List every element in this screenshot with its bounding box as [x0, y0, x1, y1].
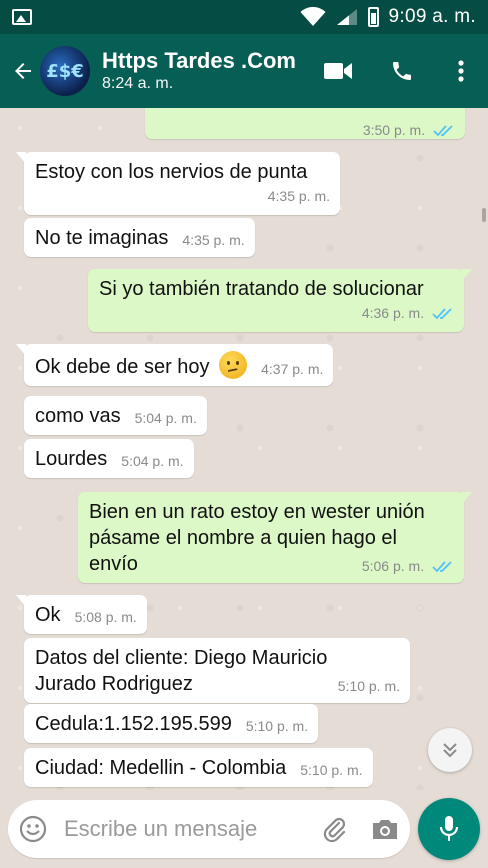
message-text: Ciudad: Medellin - Colombia: [35, 757, 287, 779]
message-text: Ok: [35, 604, 61, 626]
message-text: Lourdes: [35, 448, 108, 470]
message-time: 5:04 p. m.: [121, 453, 184, 469]
confused-face-emoji: [219, 351, 248, 379]
camera-button[interactable]: [360, 800, 410, 858]
chat-history[interactable]: 3:50 p. m. Estoy con los nervios de punt…: [0, 108, 488, 790]
avatar-symbols: £$€: [46, 60, 84, 82]
image-icon: [12, 9, 32, 25]
message-time: 4:36 p. m.: [361, 305, 425, 321]
message-incoming[interactable]: Ok debe de ser hoy 4:37 p. m.: [15, 344, 334, 386]
message-outgoing[interactable]: Bien en un rato estoy en wester unión pá…: [78, 492, 472, 583]
emoji-button[interactable]: [8, 800, 58, 858]
battery-icon: [367, 7, 379, 27]
video-call-button[interactable]: [306, 34, 370, 108]
video-call-icon: [324, 63, 352, 79]
status-bar: 9:09 a. m.: [0, 0, 488, 34]
message-text-line: Datos del cliente: Diego Mauricio: [35, 647, 328, 669]
contact-info[interactable]: Https Tardes .Com 8:24 a. m.: [102, 48, 296, 94]
message-time: 5:10 p. m.: [245, 718, 309, 734]
message-text: Estoy con los nervios de punta: [35, 161, 308, 183]
voice-call-button[interactable]: [370, 34, 434, 108]
message-input-container[interactable]: Escribe un mensaje: [8, 800, 410, 858]
voice-message-button[interactable]: [418, 798, 480, 860]
double-check-read-icon: [432, 308, 452, 320]
message-incoming[interactable]: como vas 5:04 p. m.: [24, 396, 207, 435]
more-vert-icon: [458, 60, 464, 82]
microphone-icon: [439, 816, 459, 841]
message-text-line: Jurado Rodriguez: [35, 673, 193, 695]
camera-icon: [373, 820, 397, 839]
message-incoming[interactable]: Estoy con los nervios de punta 4:35 p. m…: [16, 152, 340, 215]
message-incoming[interactable]: Datos del cliente: Diego Mauricio Jurado…: [24, 638, 410, 703]
composer: Escribe un mensaje: [0, 790, 488, 868]
avatar[interactable]: £$€: [40, 46, 90, 96]
emoji-icon: [19, 815, 47, 843]
message-time: 5:08 p. m.: [74, 609, 137, 625]
message-incoming[interactable]: Cedula:1.152.195.599 5:10 p. m.: [24, 704, 319, 743]
status-time: 9:09 a. m.: [388, 6, 476, 27]
chat-header: £$€ Https Tardes .Com 8:24 a. m.: [0, 34, 488, 108]
message-incoming[interactable]: No te imaginas 4:35 p. m.: [24, 218, 255, 257]
double-check-read-icon: [432, 561, 452, 573]
more-options-button[interactable]: [434, 34, 488, 108]
message-text: No te imaginas: [35, 227, 169, 249]
scrollbar-thumb[interactable]: [482, 208, 486, 222]
paperclip-icon: [323, 817, 346, 842]
message-incoming[interactable]: Ciudad: Medellin - Colombia 5:10 p. m.: [24, 748, 373, 787]
message-input[interactable]: Escribe un mensaje: [58, 816, 310, 842]
double-chevron-down-icon: [443, 743, 457, 758]
back-button[interactable]: [0, 34, 40, 108]
message-text: como vas: [35, 405, 121, 427]
double-check-read-icon: [433, 125, 453, 137]
message-outgoing[interactable]: Si yo también tratando de solucionar 4:3…: [88, 269, 472, 332]
message-time: 5:10 p. m.: [300, 762, 363, 778]
message-time: 4:35 p. m.: [267, 188, 330, 204]
message-incoming[interactable]: Lourdes 5:04 p. m.: [24, 439, 194, 478]
message-incoming[interactable]: Ok 5:08 p. m.: [16, 595, 147, 634]
wifi-icon: [300, 7, 325, 26]
message-text: Cedula:1.152.195.599: [35, 713, 232, 735]
signal-icon: [336, 9, 357, 25]
contact-name: Https Tardes .Com: [102, 48, 296, 73]
message-time: 5:10 p. m.: [337, 678, 400, 694]
message-text: Ok debe de ser hoy: [35, 356, 210, 378]
contact-last-seen: 8:24 a. m.: [102, 75, 174, 92]
message-text-line: Bien en un rato estoy en wester unión: [89, 501, 425, 523]
message-time: 4:37 p. m.: [261, 361, 324, 377]
phone-icon: [393, 62, 411, 80]
message-time: 5:04 p. m.: [134, 410, 197, 426]
message-time: 3:50 p. m.: [362, 122, 426, 138]
message-time: 5:06 p. m.: [361, 558, 425, 574]
attach-button[interactable]: [310, 800, 360, 858]
message-text-line: pásame el nombre a quien hago el: [89, 527, 397, 549]
back-arrow-icon: [15, 63, 31, 79]
message-time: 4:35 p. m.: [182, 232, 245, 248]
message-text-line: envío: [89, 553, 138, 575]
message-text: Si yo también tratando de solucionar: [99, 278, 424, 300]
scroll-to-bottom-button[interactable]: [428, 728, 472, 772]
message-outgoing[interactable]: 3:50 p. m.: [145, 108, 465, 139]
